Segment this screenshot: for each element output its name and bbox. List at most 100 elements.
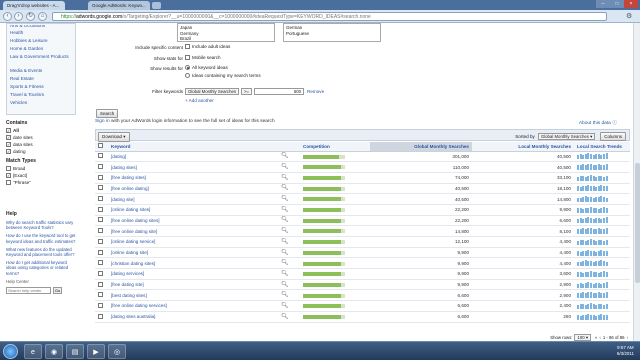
match-phrase[interactable]: "Phrase": [6, 179, 76, 186]
competition-header[interactable]: Competition: [300, 142, 370, 152]
local-searches-header[interactable]: Local Monthly Searches: [472, 142, 574, 152]
minimize-icon[interactable]: –: [596, 0, 610, 8]
language-option[interactable]: Portuguese: [286, 31, 378, 37]
category-item[interactable]: Health: [10, 29, 72, 37]
category-item[interactable]: Home & Garden: [10, 45, 72, 53]
signin-link[interactable]: Sign in: [95, 119, 110, 124]
folder-icon[interactable]: ▤: [66, 344, 84, 359]
help-center-link[interactable]: Help Center: [6, 279, 78, 284]
filter-metric-select[interactable]: Global Monthly Searches: [185, 88, 240, 95]
checkbox-icon[interactable]: [98, 143, 103, 149]
category-item[interactable]: Travel & Tourism: [10, 91, 72, 99]
filter-operator-select[interactable]: >=: [241, 88, 253, 95]
language-list[interactable]: German Portuguese: [283, 23, 381, 42]
checkbox-icon[interactable]: [98, 206, 103, 212]
maximize-icon[interactable]: □: [610, 0, 624, 8]
contains-all[interactable]: ✓ All: [6, 127, 76, 134]
system-clock[interactable]: 9:57 AM 6/3/2011: [617, 345, 634, 357]
close-icon[interactable]: ×: [624, 0, 638, 8]
magnifier-icon[interactable]: 🔍︎: [281, 271, 289, 277]
checkbox-icon[interactable]: ✓: [6, 173, 11, 178]
magnifier-icon[interactable]: 🔍︎: [281, 153, 289, 159]
keyword-cell[interactable]: [online dating sites]: [108, 204, 278, 216]
match-exact[interactable]: ✓ [Exact]: [6, 172, 76, 179]
keyword-cell[interactable]: [online dating service]: [108, 236, 278, 248]
checkbox-icon[interactable]: ✓: [6, 149, 11, 154]
help-link[interactable]: What new features do the updated Keyword…: [6, 247, 78, 257]
first-page-icon[interactable]: «: [595, 335, 597, 340]
chrome-icon[interactable]: ◉: [45, 344, 63, 359]
checkbox-icon[interactable]: [98, 228, 103, 234]
magnifier-icon[interactable]: 🔍︎: [281, 196, 289, 202]
next-page-icon[interactable]: ›: [627, 335, 628, 340]
location-option[interactable]: Brazil: [180, 36, 272, 41]
category-item[interactable]: Law & Government Products: [10, 54, 72, 67]
checkbox-icon[interactable]: [98, 153, 103, 159]
sort-select[interactable]: Global Monthly Searches ▾: [537, 133, 596, 140]
media-player-icon[interactable]: ▶: [87, 344, 105, 359]
checkbox-icon[interactable]: [98, 270, 103, 276]
category-item[interactable]: Real Estate: [10, 75, 72, 83]
checkbox-icon[interactable]: [98, 238, 103, 244]
keyword-cell[interactable]: [online dating site]: [108, 247, 278, 259]
home-icon[interactable]: ⌂: [38, 12, 47, 21]
checkbox-icon[interactable]: [185, 55, 190, 60]
help-link[interactable]: How do I use the keyword tool to get key…: [6, 233, 78, 243]
browser-tab-1[interactable]: Drag'n'drop websites - A...: [3, 1, 65, 10]
checkbox-icon[interactable]: [98, 260, 103, 266]
checkbox-icon[interactable]: ✓: [6, 142, 11, 147]
wrench-icon[interactable]: ⚙: [626, 12, 636, 21]
magnifier-icon[interactable]: 🔍︎: [281, 164, 289, 170]
keyword-cell[interactable]: [dating sites]: [108, 161, 278, 173]
magnifier-icon[interactable]: 🔍︎: [281, 314, 289, 320]
filter-value-input[interactable]: 500: [254, 88, 305, 95]
magnifier-icon[interactable]: 🔍︎: [281, 303, 289, 309]
keyword-cell[interactable]: [free dating sites]: [108, 172, 278, 184]
keyword-cell[interactable]: [dating]: [108, 151, 278, 163]
chrome-window-icon[interactable]: ◎: [108, 344, 126, 359]
checkbox-icon[interactable]: [185, 44, 190, 49]
about-data-link[interactable]: About this data ⓘ: [579, 119, 617, 126]
keyword-cell[interactable]: [free dating site]: [108, 279, 278, 291]
help-link[interactable]: Why do search traffic statistics vary be…: [6, 220, 78, 230]
checkbox-icon[interactable]: ✓: [6, 128, 11, 133]
checkbox-icon[interactable]: [98, 164, 103, 170]
category-item[interactable]: Vehicles: [10, 99, 72, 107]
keyword-cell[interactable]: [free online dating]: [108, 183, 278, 195]
global-searches-header[interactable]: Global Monthly Searches: [370, 142, 472, 152]
forward-icon[interactable]: ›: [14, 12, 23, 21]
category-item[interactable]: Media & Events: [10, 67, 72, 75]
checkbox-icon[interactable]: [98, 292, 103, 298]
category-item[interactable]: Sports & Fitness: [10, 83, 72, 91]
explorer-icon[interactable]: e: [24, 344, 42, 359]
help-link[interactable]: How do I get additional keyword ideas us…: [6, 260, 78, 276]
checkbox-icon[interactable]: [98, 313, 103, 319]
checkbox-icon[interactable]: [98, 281, 103, 287]
url-field[interactable]: https://adwords.google.com/o/Targeting/E…: [52, 12, 607, 21]
category-item[interactable]: Hobbies & Leisure: [10, 37, 72, 45]
magnifier-icon[interactable]: 🔍︎: [281, 185, 289, 191]
checkbox-icon[interactable]: ✓: [6, 135, 11, 140]
browser-tab-2[interactable]: Google AdWords: Keywo...: [88, 1, 150, 10]
columns-button[interactable]: Columns: [600, 132, 626, 141]
keyword-header[interactable]: Keyword: [108, 142, 278, 152]
magnifier-icon[interactable]: 🔍︎: [281, 175, 289, 181]
magnifier-icon[interactable]: 🔍︎: [281, 228, 289, 234]
checkbox-icon[interactable]: [98, 196, 103, 202]
new-tab-button[interactable]: [152, 2, 161, 9]
magnifier-icon[interactable]: 🔍︎: [281, 260, 289, 266]
page-scrollbar[interactable]: [633, 23, 640, 341]
location-list[interactable]: Japan Germany Brazil: [177, 23, 275, 42]
contains-data-sites[interactable]: ✓ data sites: [6, 141, 76, 148]
keyword-cell[interactable]: [dating site]: [108, 193, 278, 205]
magnifier-icon[interactable]: 🔍︎: [281, 239, 289, 245]
checkbox-icon[interactable]: [6, 180, 11, 185]
start-button[interactable]: [3, 344, 18, 359]
scrollbar-thumb[interactable]: [635, 163, 640, 283]
keyword-cell[interactable]: [free online dating services]: [108, 300, 278, 312]
keyword-cell[interactable]: [free online dating site]: [108, 225, 278, 237]
contains-date-sites[interactable]: ✓ date sites: [6, 134, 76, 141]
checkbox-icon[interactable]: [98, 249, 103, 255]
back-icon[interactable]: ‹: [3, 12, 12, 21]
show-rows-select[interactable]: 100 ▾: [574, 334, 591, 341]
